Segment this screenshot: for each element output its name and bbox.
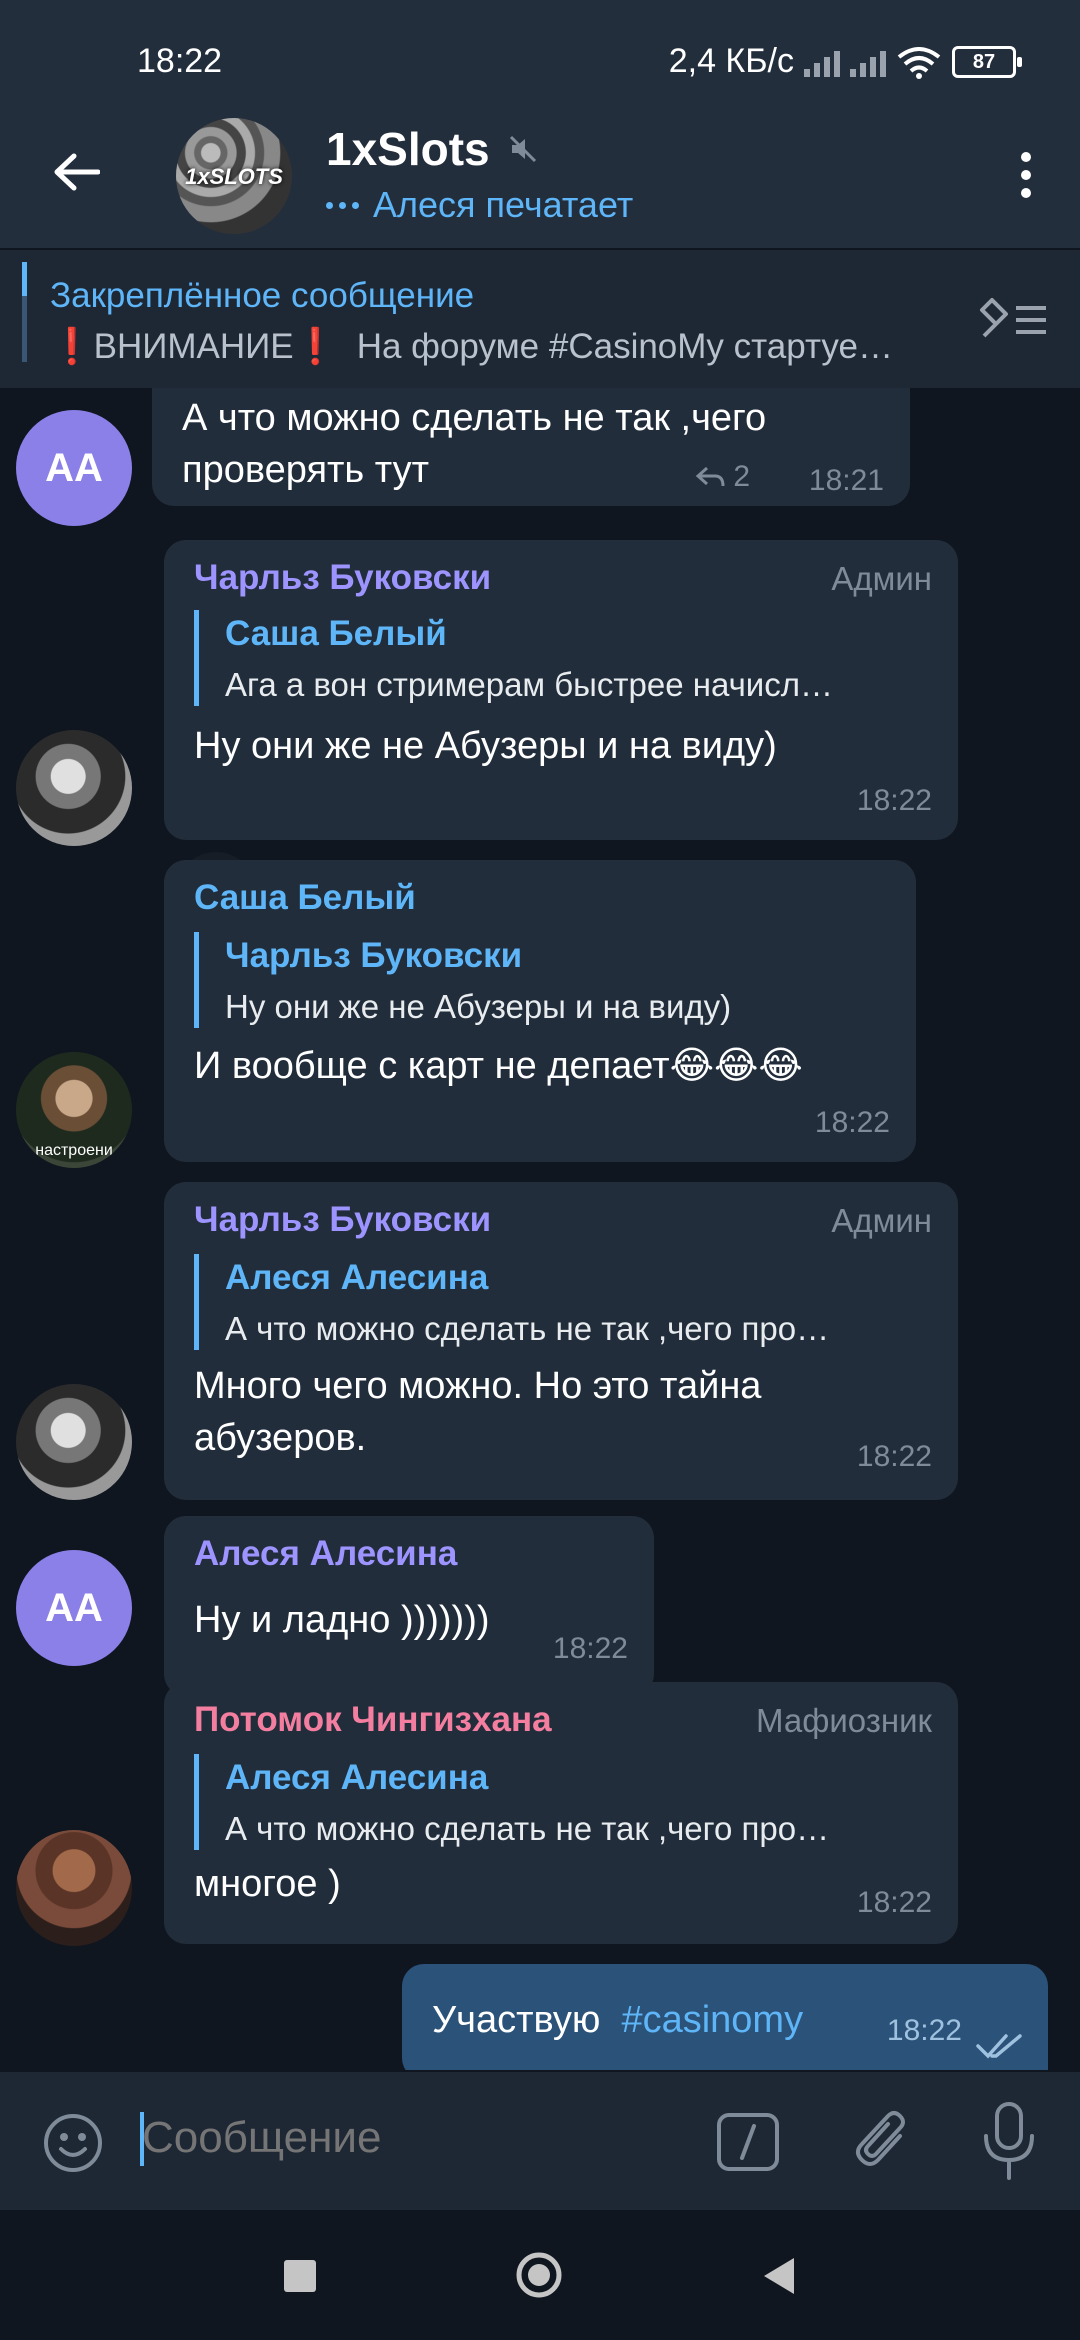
outgoing-message-bubble[interactable]: Участвую #casinomy 18:22 xyxy=(402,1964,1048,2070)
pinned-list-icon[interactable] xyxy=(972,290,1052,350)
chat-title[interactable]: 1xSlots xyxy=(326,122,538,176)
admin-title: Админ xyxy=(831,560,932,597)
pinned-prefix: ВНИМАНИЕ xyxy=(93,327,294,366)
reply-preview[interactable]: Чарльз Буковски Ну они же не Абузеры и н… xyxy=(194,932,889,1028)
sender-name[interactable]: Потомок Чингизхана xyxy=(194,1700,552,1740)
chat-header: 1xSLOTS 1xSlots Алеся печатает xyxy=(0,100,1080,248)
admin-title: Админ xyxy=(831,1202,932,1239)
message-bubble[interactable]: Саша Белый Чарльз Буковски Ну они же не … xyxy=(164,860,916,1162)
typing-dots-icon xyxy=(326,201,359,209)
chat-avatar[interactable]: 1xSLOTS xyxy=(176,118,292,234)
message-time: 18:22 xyxy=(886,2014,962,2047)
message-time: 18:22 xyxy=(814,1106,890,1139)
pinned-text: ❗ВНИМАНИЕ❗ На форуме #CasinoMy стартуе… xyxy=(50,326,950,367)
message-time: 18:22 xyxy=(856,1886,932,1919)
reply-arrow-icon xyxy=(696,466,725,487)
avatar[interactable] xyxy=(16,1830,132,1946)
warning-icon: ❗ xyxy=(50,327,94,366)
attach-icon[interactable] xyxy=(850,2106,916,2178)
message-text: Ну и ладно ))))))) xyxy=(194,1599,490,1641)
message-bubble[interactable]: А что можно сделать не так ,чего проверя… xyxy=(152,388,910,506)
signal-icon xyxy=(804,47,840,77)
message-bubble[interactable]: Потомок Чингизхана Мафиозник Алеся Алеси… xyxy=(164,1682,958,1944)
avatar[interactable] xyxy=(16,730,132,846)
microphone-icon[interactable] xyxy=(976,2100,1042,2184)
replies-count[interactable]: 2 xyxy=(695,460,750,494)
avatar[interactable] xyxy=(16,1384,132,1500)
status-bar: 18:22 2,4 КБ/с 87 xyxy=(0,0,1080,100)
message-bubble[interactable]: Алеся Алесина Ну и ладно ))))))) 18:22 xyxy=(164,1516,654,1696)
message-time: 18:22 xyxy=(856,1440,932,1473)
status-indicators: 2,4 КБ/с 87 xyxy=(668,42,1022,81)
message-time: 18:22 xyxy=(856,784,932,817)
avatar-caption: настроени xyxy=(35,1142,113,1159)
recents-button[interactable] xyxy=(284,2260,316,2292)
double-check-icon xyxy=(976,2034,1022,2059)
reply-text: А что можно сделать не так ,чего про… xyxy=(225,1810,830,1847)
reply-preview[interactable]: Саша Белый Ага а вон стримерам быстрее н… xyxy=(194,610,929,706)
signal-icon-2 xyxy=(850,47,886,77)
back-nav-icon[interactable] xyxy=(758,2254,798,2298)
avatar-logo: 1xSLOTS xyxy=(185,164,283,189)
reply-text: Ага а вон стримерам быстрее начисл… xyxy=(225,666,833,703)
reply-name: Чарльз Буковски xyxy=(225,936,523,975)
message-bubble[interactable]: Чарльз Буковски Админ Саша Белый Ага а в… xyxy=(164,540,958,840)
message-time: 18:21 xyxy=(808,464,884,497)
avatar[interactable]: настроени xyxy=(16,1052,132,1168)
more-vertical-icon[interactable] xyxy=(996,140,1056,210)
reply-name: Алеся Алесина xyxy=(225,1758,489,1797)
message-text: А что можно сделать не так ,чего проверя… xyxy=(182,397,767,491)
message-text: Ну они же не Абузеры и на виду) xyxy=(194,725,777,767)
home-button[interactable] xyxy=(514,2250,564,2300)
typing-status: Алеся печатает xyxy=(326,184,633,226)
reply-preview[interactable]: Алеся Алесина А что можно сделать не так… xyxy=(194,1754,929,1850)
avatar[interactable]: АА xyxy=(16,410,132,526)
message-bubble[interactable]: Чарльз Буковски Админ Алеся Алесина А чт… xyxy=(164,1182,958,1500)
status-time: 18:22 xyxy=(137,42,223,80)
emoji-icon[interactable] xyxy=(42,2112,104,2174)
chat-title-text: 1xSlots xyxy=(326,123,490,175)
sender-name[interactable]: Чарльз Буковски xyxy=(194,558,491,598)
reply-name: Саша Белый xyxy=(225,614,447,653)
network-speed: 2,4 КБ/с xyxy=(668,42,794,80)
reply-text: А что можно сделать не так ,чего про… xyxy=(225,1310,830,1347)
reply-preview[interactable]: Алеся Алесина А что можно сделать не так… xyxy=(194,1254,929,1350)
member-title: Мафиозник xyxy=(755,1702,932,1739)
sender-name[interactable]: Чарльз Буковски xyxy=(194,1200,491,1240)
pinned-title: Закреплённое сообщение xyxy=(50,276,475,315)
warning-icon-2: ❗ xyxy=(293,327,338,366)
sender-name[interactable]: Саша Белый xyxy=(194,878,416,918)
wifi-icon xyxy=(897,46,941,79)
sender-name[interactable]: Алеся Алесина xyxy=(194,1534,457,1574)
message-text: И вообще с карт не депает😂😂😂 xyxy=(194,1045,803,1087)
message-input[interactable] xyxy=(140,2112,684,2164)
pinned-indicator xyxy=(22,262,27,296)
mute-icon xyxy=(509,135,536,163)
reply-name: Алеся Алесина xyxy=(225,1258,489,1297)
back-arrow-icon xyxy=(54,153,100,191)
message-text: многое ) xyxy=(194,1863,341,1905)
battery-icon: 87 xyxy=(952,45,1022,78)
message-text: Много чего можно. Но это тайна абузеров. xyxy=(194,1365,762,1459)
pinned-body: На форуме #CasinoMy стартуе… xyxy=(356,327,893,366)
system-nav-bar xyxy=(0,2210,1080,2340)
bot-commands-icon[interactable] xyxy=(716,2112,780,2172)
message-composer xyxy=(0,2072,1080,2210)
typing-text: Алеся печатает xyxy=(373,184,634,225)
hashtag-link[interactable]: #casinomy xyxy=(621,1999,803,2041)
message-list[interactable]: АА А что можно сделать не так ,чего пров… xyxy=(0,388,1080,2070)
pinned-message-bar[interactable]: Закреплённое сообщение ❗ВНИМАНИЕ❗ На фор… xyxy=(0,250,1080,388)
message-text: Участвую #casinomy xyxy=(432,1999,804,2041)
avatar[interactable]: АА xyxy=(16,1550,132,1666)
back-button[interactable] xyxy=(40,136,112,208)
reply-text: Ну они же не Абузеры и на виду) xyxy=(225,988,732,1025)
message-time: 18:22 xyxy=(552,1632,628,1665)
